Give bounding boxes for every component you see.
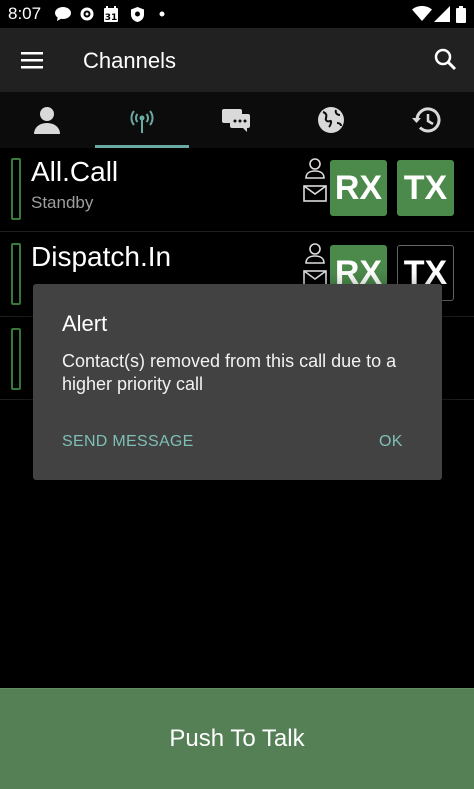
wifi-icon — [412, 5, 432, 23]
status-bar: 8:07 31 — [0, 0, 474, 28]
tab-messages[interactable] — [189, 92, 283, 148]
chat-bubble-icon — [54, 5, 72, 23]
app-bar: Channels — [0, 28, 474, 92]
ok-button[interactable]: OK — [379, 433, 403, 451]
channel-indicators — [302, 156, 328, 204]
menu-button[interactable] — [14, 44, 50, 76]
channel-activity-bar — [11, 243, 21, 305]
push-to-talk-button[interactable]: Push To Talk — [0, 688, 474, 789]
contacts-icon — [305, 158, 325, 179]
rx-button[interactable]: RX — [330, 160, 387, 216]
signal-icon — [434, 5, 450, 23]
calendar-day: 31 — [105, 13, 118, 23]
page-title: Channels — [83, 48, 176, 73]
globe-icon — [318, 107, 344, 133]
tab-contacts[interactable] — [0, 92, 94, 148]
channel-status: Standby — [31, 193, 94, 212]
tab-globe[interactable] — [284, 92, 378, 148]
send-message-button[interactable]: SEND MESSAGE — [62, 433, 194, 451]
tab-channels[interactable] — [95, 92, 189, 148]
status-time: 8:07 — [8, 4, 42, 23]
chat-icon — [222, 109, 250, 132]
channel-indicators — [302, 241, 328, 289]
dialog-title: Alert — [62, 311, 108, 336]
battery-icon — [456, 5, 466, 23]
contacts-icon — [305, 243, 325, 264]
alert-dialog: Alert Contact(s) removed from this call … — [33, 284, 442, 480]
channel-name: Dispatch.In — [31, 241, 172, 272]
radio-tower-icon — [130, 110, 154, 133]
search-button[interactable] — [428, 42, 464, 78]
channel-name: All.Call — [31, 156, 119, 187]
history-icon — [412, 107, 441, 133]
dialog-message: Contact(s) removed from this call due to… — [62, 351, 397, 394]
hamburger-menu-icon — [21, 52, 43, 69]
tx-button[interactable]: TX — [397, 160, 454, 216]
channel-activity-bar — [11, 158, 21, 220]
calendar-icon: 31 — [103, 5, 119, 23]
shield-icon — [130, 5, 145, 23]
person-icon — [34, 107, 60, 134]
tab-history[interactable] — [379, 92, 473, 148]
gear-icon — [79, 5, 95, 23]
envelope-icon — [303, 185, 327, 202]
dot-icon — [159, 5, 165, 23]
channel-row[interactable]: All.Call Standby RX TX — [0, 148, 474, 232]
channel-activity-bar — [11, 328, 21, 390]
search-icon — [434, 48, 457, 71]
tab-bar — [0, 92, 474, 148]
